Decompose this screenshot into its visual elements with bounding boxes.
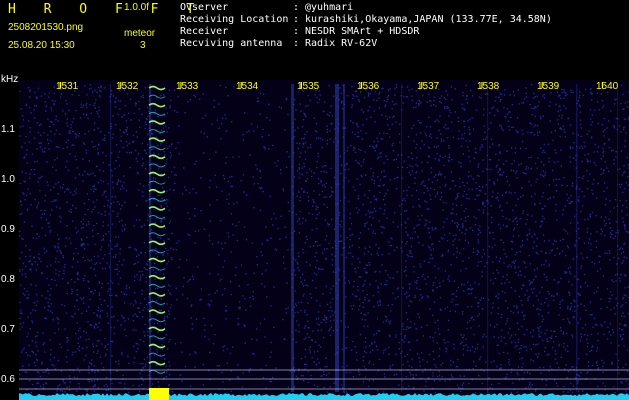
info-row-receiver: Receiver: NESDR SMArt + HDSDR	[180, 26, 420, 37]
header-panel: H R O F F T 1.0.0f 2508201530.png meteor…	[0, 0, 629, 80]
x-tick-label: 1537	[417, 81, 440, 92]
x-tick-label: 1532	[116, 81, 139, 92]
y-tick-label: 0.9	[1, 224, 15, 235]
amplitude-peak	[149, 388, 169, 400]
meteor-count: 3	[140, 40, 146, 51]
carrier-streak	[343, 84, 345, 392]
spectrogram-canvas	[19, 80, 629, 400]
x-tick-label: 1535	[297, 81, 320, 92]
x-tick-label: 1536	[357, 81, 380, 92]
y-tick-label: 1.0	[1, 174, 15, 185]
spectrogram-plot[interactable]	[19, 80, 629, 400]
x-tick-label: 1540	[596, 81, 619, 92]
carrier-streak	[110, 84, 112, 392]
y-tick-label: 1.1	[1, 124, 15, 135]
capture-datetime: 25.08.20 15:30	[8, 40, 75, 51]
carrier-streak	[576, 84, 578, 392]
image-filename: 2508201530.png	[8, 22, 84, 33]
y-tick-label: 0.7	[1, 324, 15, 335]
x-tick-label: 1539	[537, 81, 560, 92]
carrier-streak	[401, 84, 403, 392]
carrier-streak	[335, 84, 339, 392]
x-tick-label: 1531	[56, 81, 79, 92]
hroff-window: H R O F F T 1.0.0f 2508201530.png meteor…	[0, 0, 629, 400]
y-tick-label: 0.6	[1, 374, 15, 385]
info-row-location: Receiving Location: kurashiki,Okayama,JAP…	[180, 14, 552, 25]
y-tick-label: 0.8	[1, 274, 15, 285]
carrier-streak	[617, 84, 618, 392]
info-row-observer: Ovserver: @yuhmari	[180, 2, 354, 13]
app-brand: H R O F F T	[8, 2, 205, 17]
station-info: Ovserver: @yuhmari Receiving Location: kur…	[180, 2, 552, 50]
carrier-streak	[291, 84, 294, 392]
x-tick-label: 1538	[477, 81, 500, 92]
x-tick-label: 1534	[236, 81, 259, 92]
detection-mode: meteor	[124, 28, 156, 39]
x-tick-label: 1533	[176, 81, 199, 92]
info-row-antenna: Recviving antenna: Radix RV-62V	[180, 38, 378, 49]
y-axis-unit: kHz	[1, 74, 19, 85]
app-version: 1.0.0f	[124, 2, 150, 13]
carrier-streak	[487, 84, 489, 392]
